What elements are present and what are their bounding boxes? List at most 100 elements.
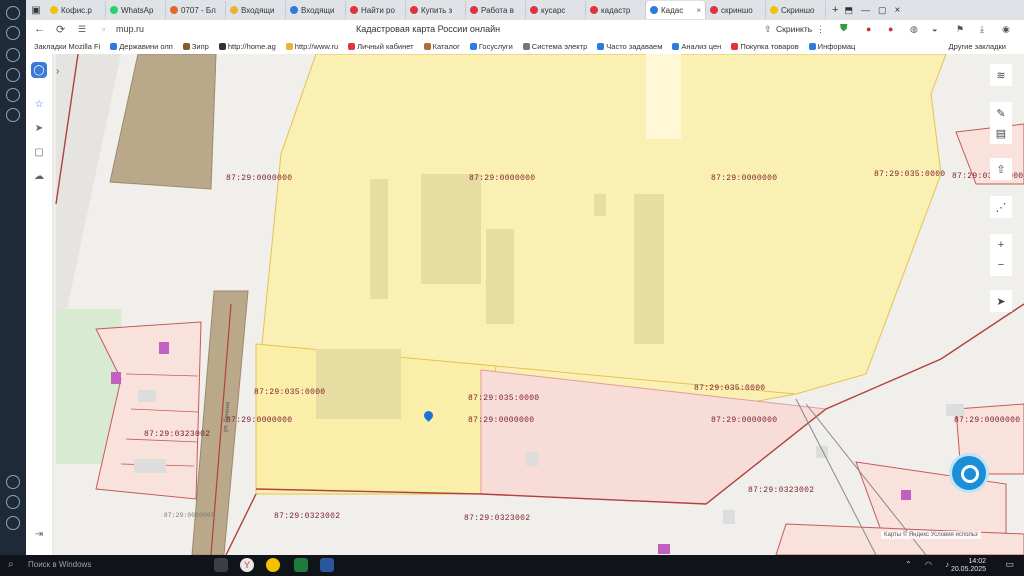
bookmark-item[interactable]: Госуслуги — [469, 42, 513, 51]
square-icon[interactable]: ▢ — [31, 144, 47, 160]
bookmark-item[interactable]: Анализ цен — [672, 42, 721, 51]
screenshot-button[interactable]: Скринкть — [776, 24, 812, 34]
bookmark-item[interactable]: Зипр — [182, 42, 209, 51]
bookmark-item[interactable]: Каталог — [423, 42, 460, 51]
bookmark-item[interactable]: Система электр — [522, 42, 587, 51]
app-icon[interactable] — [6, 516, 20, 530]
address-bar[interactable]: mup.ru — [116, 24, 144, 34]
tab[interactable]: WhatsAp — [106, 1, 166, 19]
extension-icon[interactable]: ● — [888, 24, 893, 34]
share-icon[interactable]: ⋰ — [990, 196, 1012, 218]
app-icon[interactable] — [6, 495, 20, 509]
app-icon[interactable] — [6, 108, 20, 122]
back-icon[interactable]: ← — [34, 23, 45, 35]
parcel-label[interactable]: 87:29:0000000 — [226, 416, 292, 425]
minimize-icon[interactable]: — — [861, 5, 870, 15]
close-icon[interactable]: × — [696, 6, 701, 15]
ruler-icon[interactable]: ✎ — [990, 102, 1012, 124]
app-icon[interactable] — [6, 26, 20, 40]
app-icon[interactable] — [6, 48, 20, 62]
chrome-icon[interactable] — [266, 558, 280, 572]
navigate-icon[interactable]: ➤ — [990, 290, 1012, 312]
assistant-button[interactable] — [952, 456, 986, 490]
tab[interactable]: Купить з — [406, 1, 466, 19]
bookmark-item[interactable]: Другие закладки — [949, 42, 1006, 51]
star-icon[interactable]: ☆ — [31, 96, 47, 112]
upload-icon[interactable]: ⇧ — [990, 158, 1012, 180]
search-input[interactable]: Поиск в Windows — [28, 560, 91, 569]
layers-icon[interactable]: ≋ — [990, 64, 1012, 86]
parcel-label[interactable]: 87:29:035:0000 — [254, 388, 325, 397]
tab-active[interactable]: Кадас × — [646, 1, 706, 19]
tab[interactable]: кусарс — [526, 1, 586, 19]
tab[interactable]: Скриншо — [766, 1, 826, 19]
app-icon[interactable] — [6, 475, 20, 489]
tab[interactable]: Найти ро — [346, 1, 406, 19]
app-icon[interactable] — [6, 68, 20, 82]
app-icon[interactable] — [6, 88, 20, 102]
bookmark-item[interactable]: Державини олп — [110, 42, 173, 51]
more-icon[interactable]: ⋮ — [816, 24, 825, 35]
tab[interactable]: кадастр — [586, 1, 646, 19]
zoom-in-icon[interactable]: + — [990, 234, 1012, 256]
bookmark-item[interactable]: Личный кабинет — [348, 42, 414, 51]
download-icon[interactable]: ⤓ — [980, 24, 984, 35]
yandex-browser-icon[interactable]: Y — [240, 558, 254, 572]
app-icon[interactable] — [6, 6, 20, 20]
parcel-label[interactable]: 87:29:0000000 — [711, 416, 777, 425]
task-view-icon[interactable] — [214, 558, 228, 572]
bookmark-icon[interactable]: ⚑ — [956, 24, 964, 35]
extension-icon[interactable]: ● — [866, 24, 871, 34]
new-tab-icon[interactable]: + — [832, 4, 838, 16]
parcel-label[interactable]: 87:29:0000000 — [226, 174, 292, 183]
notifications-icon[interactable]: ▭ — [1005, 559, 1014, 570]
tab[interactable]: Входящи — [286, 1, 346, 19]
cloud-icon[interactable]: ☁ — [31, 168, 47, 184]
exit-icon[interactable]: ⇥ — [31, 526, 47, 542]
parcel-label[interactable]: 87:29:035:0000 — [874, 170, 945, 179]
clipboard-icon[interactable]: ▤ — [990, 122, 1012, 144]
close-window-icon[interactable]: × — [894, 5, 900, 16]
parcel-label[interactable]: 87:29:0000000 — [711, 174, 777, 183]
tab[interactable]: Входящи — [226, 1, 286, 19]
bookmark-item[interactable]: http://home.ag — [218, 42, 276, 51]
parcel-label[interactable]: 87:29:0000000 — [164, 512, 215, 519]
parcel-label[interactable]: 87:29:035:0000 — [468, 394, 539, 403]
word-icon[interactable] — [320, 558, 334, 572]
share-icon[interactable]: ⇪ — [764, 24, 772, 35]
system-clock[interactable]: 14:02 20.05.2025 — [951, 558, 986, 574]
parcel-label[interactable]: 87:29:0000000 — [468, 416, 534, 425]
bookmark-item[interactable]: Информац — [808, 42, 855, 51]
extension-icon[interactable]: ◍ — [910, 24, 918, 35]
bookmark-item[interactable]: Часто задаваем — [597, 42, 662, 51]
search-icon[interactable]: ⌕ — [8, 559, 14, 570]
cadastral-map[interactable]: 87:29:0000000 87:29:0000000 87:29:000000… — [26, 54, 1024, 555]
ext-icon[interactable]: ⬒ — [844, 5, 853, 16]
parcel-label[interactable]: 87:29:0323002 — [464, 514, 530, 523]
parcel-label[interactable]: 87:29:035:0000 — [694, 384, 765, 393]
tab[interactable]: Работа в — [466, 1, 526, 19]
zoom-out-icon[interactable]: − — [990, 254, 1012, 276]
reload-icon[interactable]: ⟳ — [56, 23, 65, 36]
extension-icon[interactable]: ◒ — [932, 24, 937, 34]
maximize-icon[interactable]: ▢ — [878, 5, 887, 16]
profile-icon[interactable]: ◉ — [1002, 24, 1010, 35]
volume-icon[interactable]: ♪ — [945, 560, 949, 569]
tab[interactable]: 0707 - Бл — [166, 1, 226, 19]
wifi-icon[interactable]: ◠ — [925, 560, 932, 569]
bookmark-item[interactable]: http://www.ru — [285, 42, 338, 51]
logo-icon[interactable]: ◯ — [31, 62, 47, 78]
parcel-label[interactable]: 87:29:0000000 — [469, 174, 535, 183]
shield-icon[interactable]: ⛊ — [840, 23, 848, 34]
tray-icon[interactable]: ⌃ — [905, 560, 912, 569]
pointer-icon[interactable]: ➤ — [31, 120, 47, 136]
bookmark-item[interactable]: Покупка товаров — [731, 42, 799, 51]
parcel-label[interactable]: 87:29:0323002 — [748, 486, 814, 495]
excel-icon[interactable] — [294, 558, 308, 572]
menu-icon[interactable]: ☰ — [78, 24, 86, 35]
tab[interactable]: Кофис.р — [46, 1, 106, 19]
tab-menu-icon[interactable]: ▣ — [26, 5, 46, 16]
parcel-label[interactable]: 87:29:0323002 — [274, 512, 340, 521]
parcel-label[interactable]: 87:29:0323002 — [144, 430, 210, 439]
bookmark-item[interactable]: Закладки Mozilla Fi — [34, 42, 100, 51]
